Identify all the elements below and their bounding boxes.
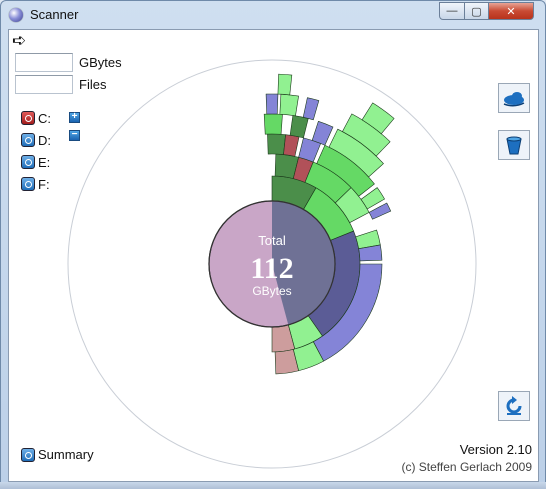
cloud-button[interactable] [498, 83, 530, 113]
refresh-icon [506, 396, 522, 415]
drive-icon [21, 111, 35, 125]
files-field [15, 75, 73, 94]
window-title: Scanner [30, 7, 79, 22]
center-unit-label: GBytes [252, 284, 291, 298]
app-sphere-icon [9, 8, 23, 22]
drive-e-item[interactable]: E: [21, 154, 50, 170]
sunburst-segment[interactable] [263, 113, 283, 135]
sunburst-segment[interactable] [279, 93, 299, 117]
recycle-bin-button[interactable] [498, 130, 530, 160]
center-total-label: Total [258, 233, 286, 248]
drive-c-item[interactable]: C: [21, 110, 51, 126]
maximize-button[interactable]: ▢ [464, 2, 489, 20]
disk-usage-sunburst: Total 112 GBytes [67, 59, 477, 469]
drive-icon [21, 177, 35, 191]
bottom-edge [0, 482, 546, 489]
drive-label: E: [38, 154, 51, 170]
drive-d-item[interactable]: D: [21, 132, 51, 148]
drive-label: F: [38, 176, 50, 192]
recycle-bin-icon [506, 136, 522, 155]
sunburst-segment[interactable] [265, 93, 279, 115]
summary-icon [21, 447, 35, 462]
drive-f-item[interactable]: F: [21, 176, 50, 192]
version-label: Version 2.10 [459, 442, 532, 457]
center-total-value: 112 [250, 252, 293, 285]
sunburst-segment[interactable] [267, 133, 286, 155]
close-button[interactable]: ✕ [488, 2, 534, 20]
drive-icon [21, 155, 35, 169]
title-bar[interactable]: Scanner — ▢ ✕ [1, 1, 545, 29]
copyright-label: (c) Steffen Gerlach 2009 [401, 460, 532, 474]
scanner-window: Scanner — ▢ ✕ ➪ GBytes Files C: D: E: F:… [0, 0, 546, 489]
gbytes-field [15, 53, 73, 72]
back-arrow-icon[interactable]: ➪ [12, 32, 26, 49]
cloud-icon [503, 92, 525, 107]
summary-label: Summary [38, 447, 94, 462]
drive-label: C: [38, 110, 51, 126]
client-area: ➪ GBytes Files C: D: E: F: + − Total 112… [8, 29, 539, 482]
drive-label: D: [38, 132, 51, 148]
summary-item[interactable]: Summary [21, 447, 94, 462]
drive-icon [21, 133, 35, 147]
refresh-button[interactable] [498, 391, 530, 421]
sunburst-segment[interactable] [277, 73, 293, 96]
minimize-button[interactable]: — [439, 2, 465, 20]
